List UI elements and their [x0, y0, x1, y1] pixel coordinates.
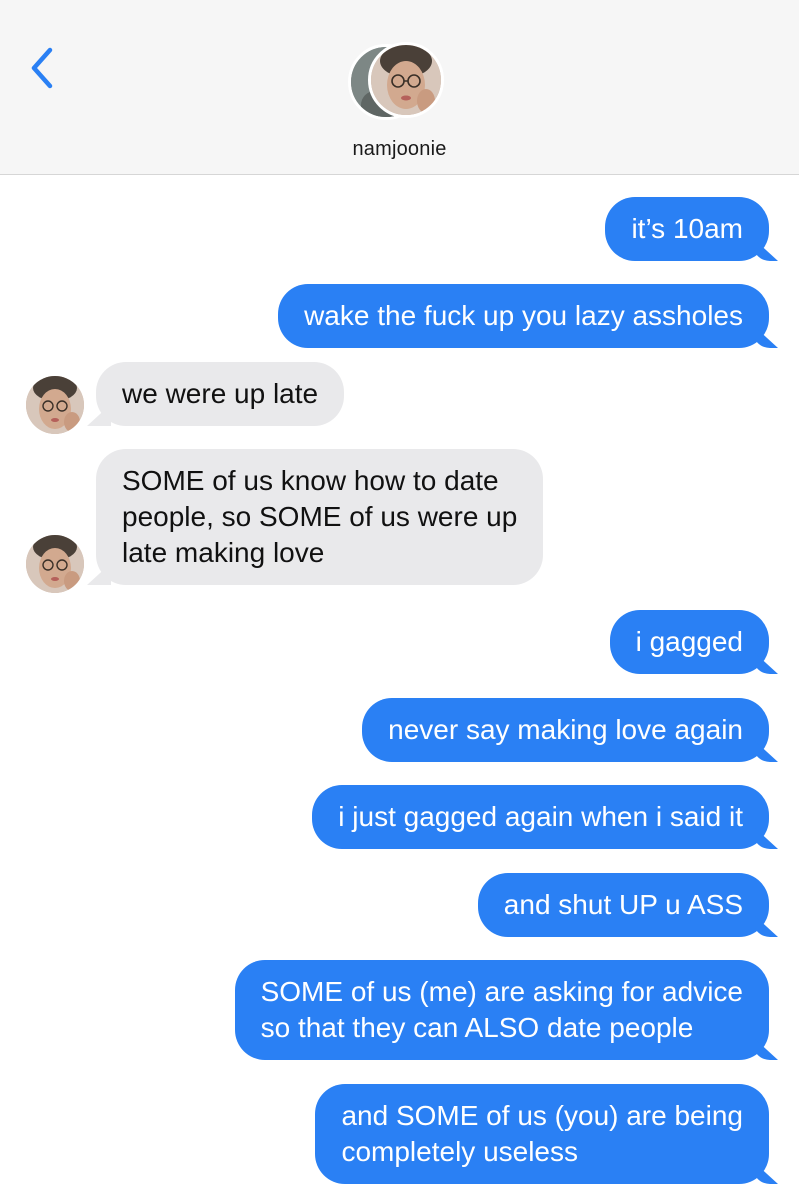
message-text: SOME of us know how to date [122, 465, 499, 496]
message-text: so that they can ALSO date people [260, 1012, 694, 1043]
message-text: late making love [122, 537, 325, 568]
imessage-conversation-screen: namjoonie it’s 10am wake the fuck up you… [0, 0, 799, 1200]
contact-name[interactable]: namjoonie [0, 138, 799, 161]
conversation-header: namjoonie [0, 0, 799, 175]
message-text: people, so SOME of us were up [122, 501, 518, 532]
message-text: and SOME of us (you) are being [341, 1100, 743, 1131]
sender-avatar[interactable] [26, 376, 84, 434]
contact-avatar-group[interactable] [348, 42, 452, 124]
message-text: and shut UP u ASS [503, 889, 743, 920]
message-text: it’s 10am [631, 213, 743, 244]
chevron-left-icon [31, 47, 53, 89]
message-bubble-outgoing[interactable]: i just gagged again when i said it [312, 785, 769, 849]
message-text: wake the fuck up you lazy assholes [304, 300, 743, 331]
message-bubble-outgoing[interactable]: i gagged [609, 610, 769, 674]
message-bubble-outgoing[interactable]: it’s 10am [605, 197, 769, 261]
message-text: SOME of us (me) are asking for advice [260, 976, 743, 1007]
message-text: never say making love again [388, 714, 743, 745]
message-text: completely useless [341, 1136, 579, 1167]
message-bubble-outgoing[interactable]: never say making love again [362, 698, 769, 762]
contact-avatar [368, 42, 444, 118]
message-bubble-outgoing[interactable]: and SOME of us (you) are being completel… [315, 1084, 769, 1184]
message-thread: it’s 10am wake the fuck up you lazy assh… [0, 175, 799, 1200]
message-bubble-outgoing[interactable]: and shut UP u ASS [477, 873, 769, 937]
message-bubble-incoming[interactable]: SOME of us know how to date people, so S… [96, 449, 544, 585]
sender-avatar[interactable] [26, 535, 84, 593]
back-button[interactable] [22, 42, 62, 94]
message-bubble-outgoing[interactable]: wake the fuck up you lazy assholes [278, 284, 769, 348]
message-text: i just gagged again when i said it [338, 801, 743, 832]
message-text: we were up late [122, 378, 319, 409]
message-text: i gagged [635, 626, 743, 657]
message-bubble-outgoing[interactable]: SOME of us (me) are asking for advice so… [234, 960, 769, 1060]
message-bubble-incoming[interactable]: we were up late [96, 362, 345, 426]
